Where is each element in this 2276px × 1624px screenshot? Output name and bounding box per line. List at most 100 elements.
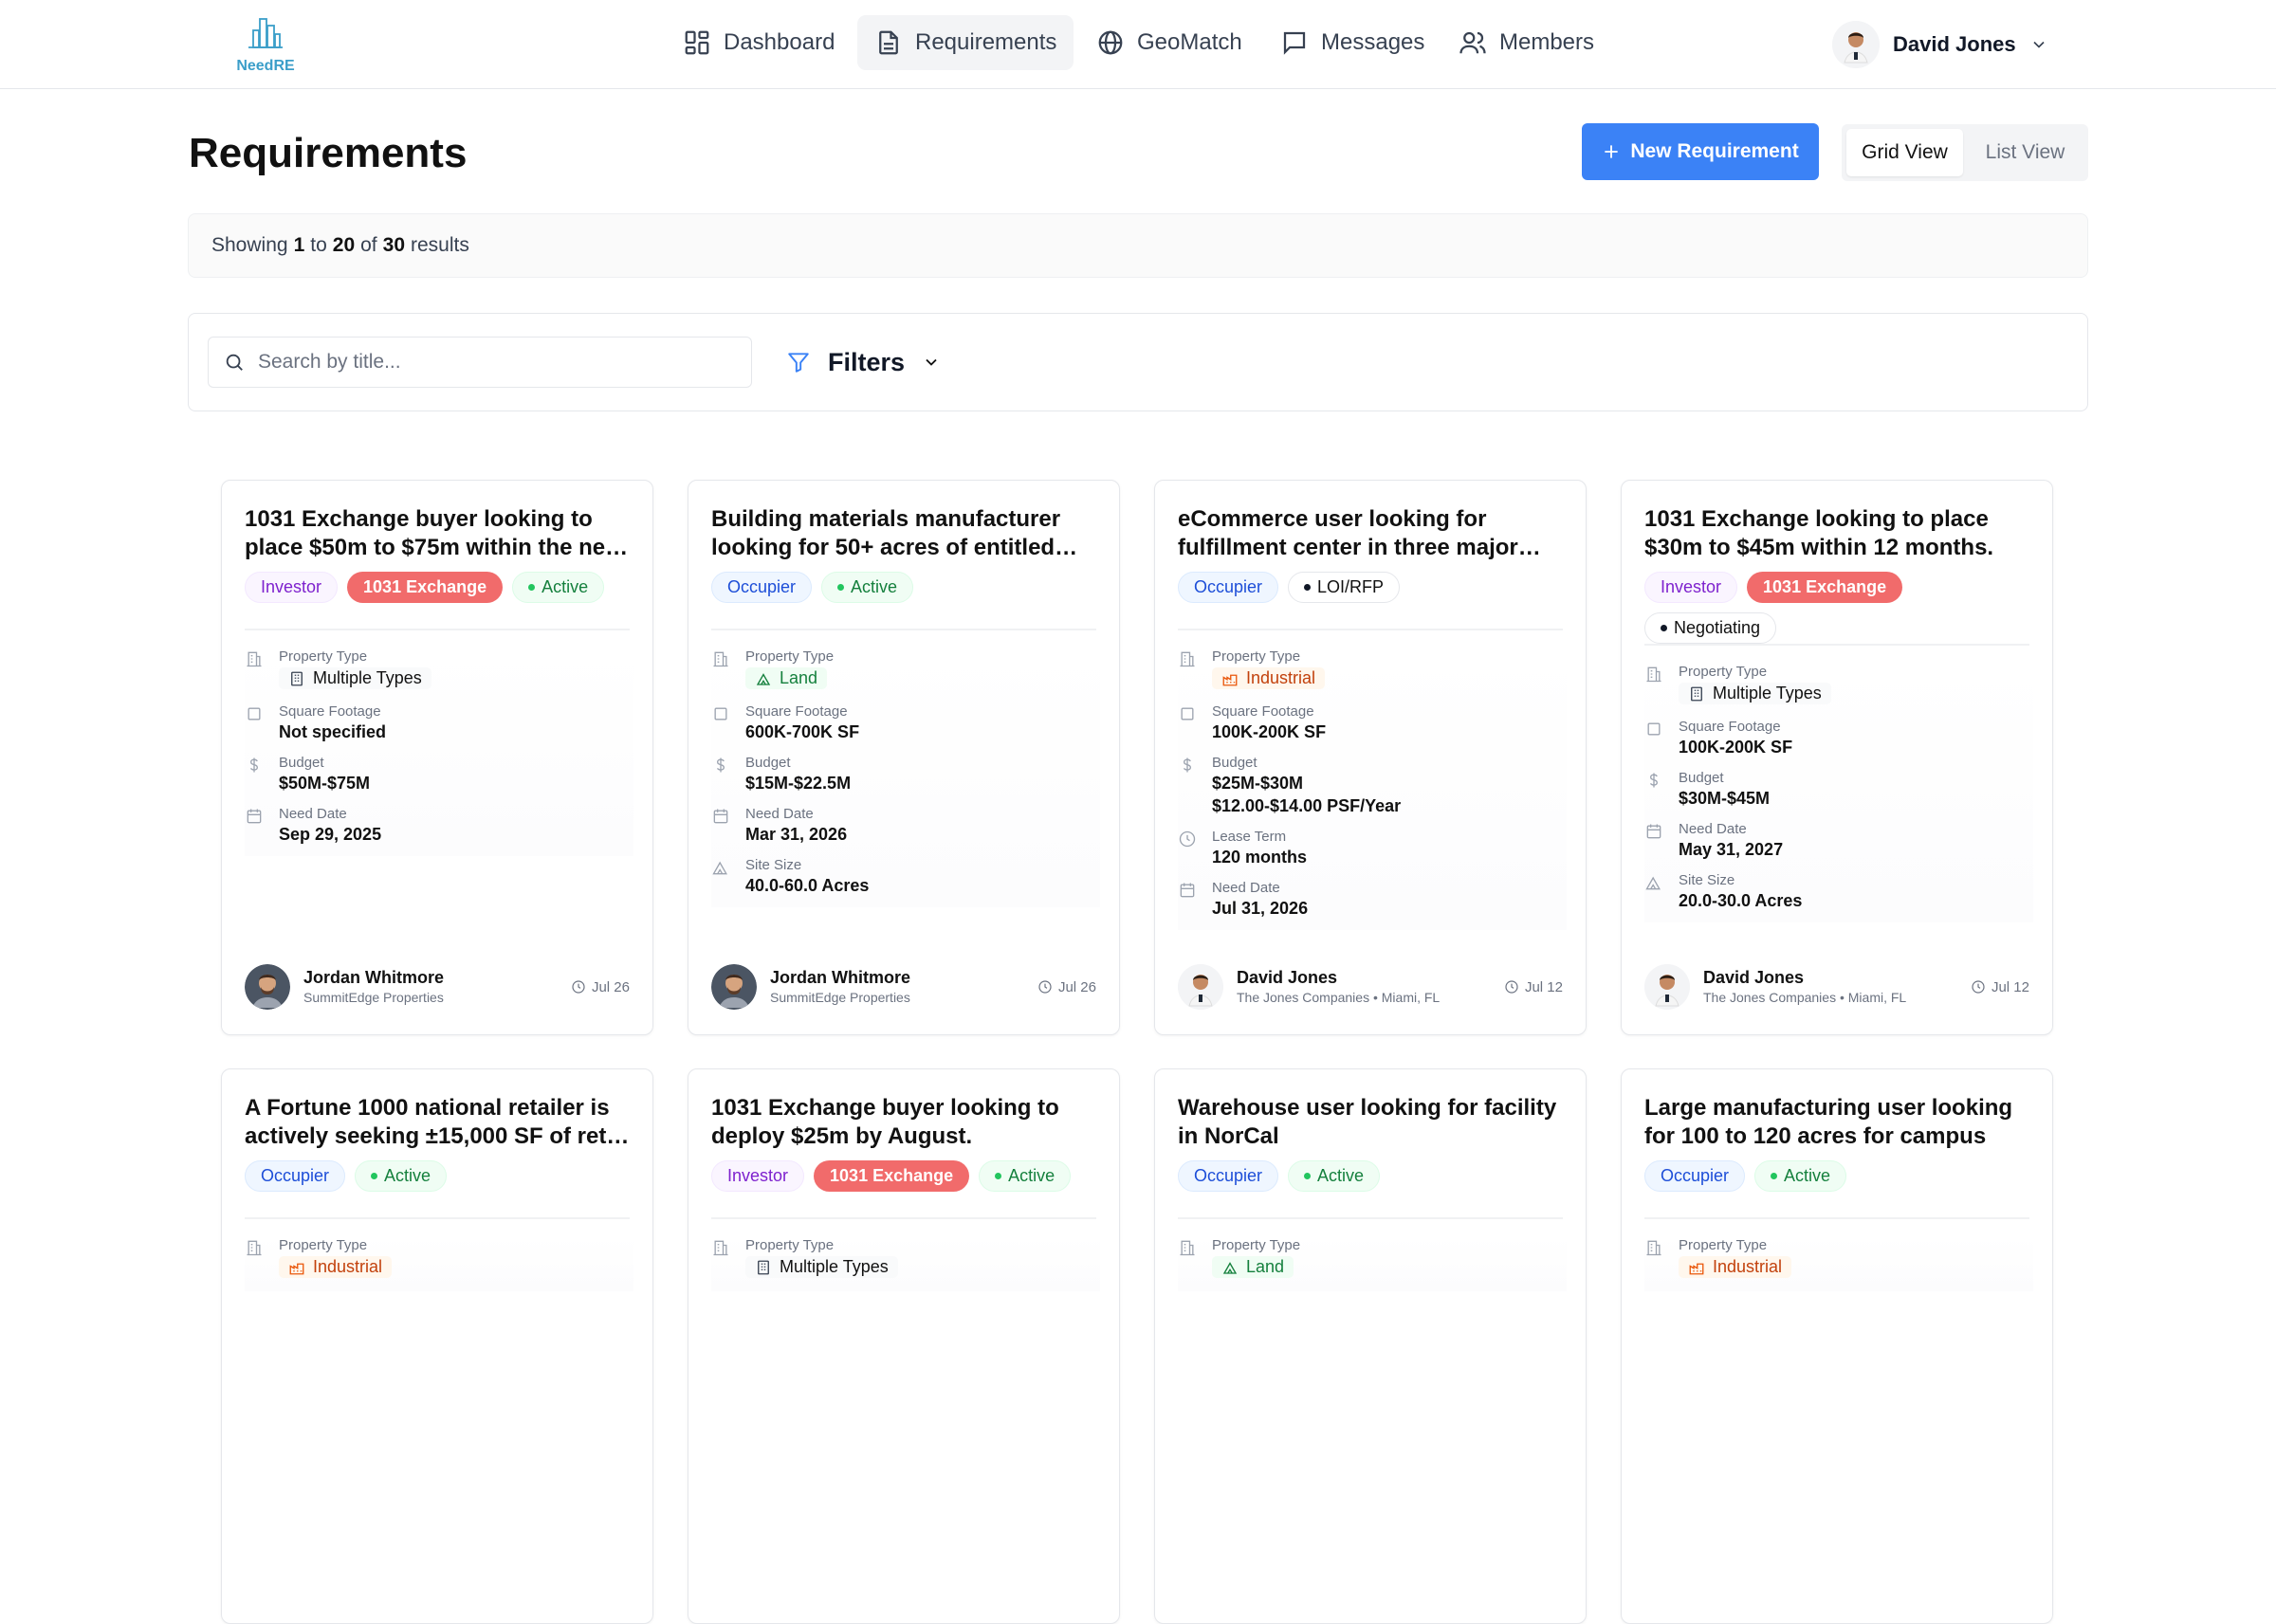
tag-label: 1031 Exchange (1763, 577, 1887, 596)
nav-members[interactable]: Members (1441, 15, 1611, 70)
square-footage-label: Square Footage (279, 703, 381, 720)
author-company: The Jones Companies • Miami, FL (1237, 990, 1441, 1005)
budget-value: $30M-$45M (1679, 788, 1771, 808)
dollar-icon (1183, 757, 1192, 772)
tag-label: Occupier (1194, 577, 1263, 596)
requirement-card[interactable]: 1031 Exchange buyer looking to place $50… (221, 480, 653, 1035)
results-summary: Showing 1 to 20 of 30 results (188, 213, 2088, 278)
dollar-icon (249, 757, 259, 772)
status-dot (837, 584, 845, 591)
need-date-value: May 31, 2027 (1679, 839, 1784, 859)
tag-label: 1031 Exchange (830, 1166, 954, 1185)
view-toggle: Grid View List View (1842, 124, 2088, 181)
results-total: 30 (382, 234, 405, 256)
need-date-value: Sep 29, 2025 (279, 824, 382, 844)
divider (245, 1217, 630, 1219)
list-view-button[interactable]: List View (1967, 129, 2083, 176)
need-date-row: Need Date May 31, 2027 (1644, 820, 2033, 861)
nav-geomatch-label: GeoMatch (1137, 29, 1242, 55)
tag-badge: Occupier (1178, 572, 1279, 603)
author-avatar (1178, 964, 1223, 1010)
requirement-card[interactable]: 1031 Exchange buyer looking to deploy $2… (688, 1068, 1120, 1624)
nav-messages[interactable]: Messages (1263, 15, 1441, 70)
need-date-label: Need Date (745, 805, 814, 822)
requirement-card[interactable]: Large manufacturing user looking for 100… (1621, 1068, 2053, 1624)
requirement-card[interactable]: A Fortune 1000 national retailer is acti… (221, 1068, 653, 1624)
square-footage-row: Square Footage 100K-200K SF (1178, 703, 1567, 743)
budget-row: Budget $15M-$22.5M (711, 754, 1100, 794)
property-type-value: Land (1246, 1257, 1285, 1276)
needre-logo[interactable]: NeedRE (231, 17, 300, 74)
filters-dropdown[interactable]: Filters (786, 337, 941, 388)
card-footer: David Jones The Jones Companies • Miami,… (1644, 962, 2029, 1012)
calendar-icon (1646, 824, 1661, 838)
card-title: eCommerce user looking for fulfillment c… (1178, 506, 1518, 560)
details-list: Property Type Multiple Types Square Foot… (245, 648, 633, 856)
square-footage-value: 100K-200K SF (1212, 721, 1327, 741)
card-title: 1031 Exchange buyer looking to place $50… (245, 506, 626, 560)
property-type-row: Property Type Industrial (245, 1236, 633, 1281)
plus-icon (1605, 145, 1618, 158)
budget-row: Budget $25M-$30M $12.00-$14.00 PSF/Year (1178, 754, 1567, 817)
card-footer: Jordan Whitmore SummitEdge Properties Ju… (245, 962, 630, 1012)
property-type-badge: Industrial (279, 1256, 393, 1278)
details-list: Property Type Multiple Types (711, 1236, 1100, 1291)
need-date-row: Need Date Jul 31, 2026 (1178, 879, 1567, 920)
posted-date: Jul 26 (571, 979, 630, 995)
nav-requirements[interactable]: Requirements (857, 15, 1074, 70)
building-icon (1180, 1240, 1195, 1256)
property-type-label: Property Type (1679, 664, 1768, 680)
multiple-types-icon (1691, 686, 1702, 701)
need-date-row: Need Date Mar 31, 2026 (711, 805, 1100, 846)
calendar-icon (1180, 883, 1195, 897)
building-icon (247, 1240, 262, 1256)
tag-badge: Investor (245, 572, 339, 603)
building-icon (1646, 666, 1661, 683)
tag-list: Occupier Active (245, 1160, 643, 1192)
requirement-card[interactable]: Building materials manufacturer looking … (688, 480, 1120, 1035)
nav-geomatch[interactable]: GeoMatch (1079, 15, 1259, 70)
property-type-label: Property Type (279, 648, 368, 665)
requirement-card[interactable]: Warehouse user looking for facility in N… (1154, 1068, 1587, 1624)
budget-row: Budget $50M-$75M (245, 754, 633, 794)
author-avatar (711, 964, 757, 1010)
site-size-value: 40.0-60.0 Acres (745, 875, 870, 895)
posted-date-text: Jul 26 (591, 978, 630, 995)
property-type-row: Property Type Land (1178, 1236, 1567, 1281)
results-of-word: of (360, 234, 377, 256)
need-date-label: Need Date (1212, 879, 1280, 896)
property-type-row: Property Type Multiple Types (711, 1236, 1100, 1281)
tag-badge: LOI/RFP (1288, 572, 1401, 603)
property-type-value: Industrial (313, 1257, 383, 1276)
building-icon (713, 651, 728, 667)
search-icon (226, 354, 243, 371)
tag-badge: Active (1754, 1160, 1847, 1192)
budget-label: Budget (279, 754, 324, 771)
property-type-label: Property Type (1212, 1237, 1301, 1253)
divider (1178, 629, 1563, 630)
users-icon (1459, 31, 1486, 54)
user-menu[interactable]: David Jones (1832, 19, 2048, 70)
search-input[interactable] (258, 351, 713, 374)
status-dot (1661, 625, 1667, 631)
site-size-row: Site Size 40.0-60.0 Acres (711, 856, 1100, 897)
tag-label: Negotiating (1674, 618, 1761, 637)
property-type-label: Property Type (745, 1237, 835, 1253)
results-to-word: to (310, 234, 327, 256)
requirement-card[interactable]: 1031 Exchange looking to place $30m to $… (1621, 480, 2053, 1035)
budget-value: $25M-$30M (1212, 773, 1304, 793)
property-type-value: Multiple Types (313, 668, 422, 687)
budget-label: Budget (745, 754, 791, 771)
building-logo-icon (248, 18, 283, 48)
new-requirement-button[interactable]: New Requirement (1582, 123, 1819, 180)
building-icon (1180, 651, 1195, 667)
property-type-row: Property Type Multiple Types (1644, 663, 2033, 707)
nav-dashboard[interactable]: Dashboard (666, 15, 852, 70)
property-type-label: Property Type (1679, 1237, 1768, 1253)
nav-members-label: Members (1499, 29, 1595, 55)
acreage-icon (1645, 876, 1661, 889)
grid-view-button[interactable]: Grid View (1846, 129, 1963, 176)
property-type-value: Multiple Types (780, 1257, 889, 1276)
tag-badge: Occupier (245, 1160, 346, 1192)
requirement-card[interactable]: eCommerce user looking for fulfillment c… (1154, 480, 1587, 1035)
